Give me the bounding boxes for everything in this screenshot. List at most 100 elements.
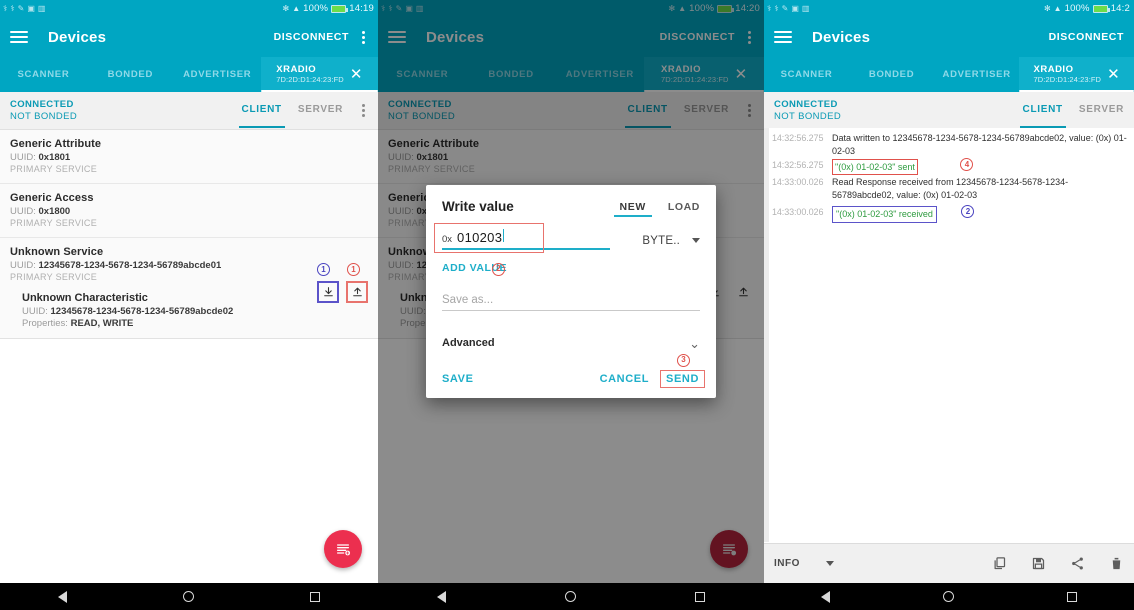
save-button[interactable]: SAVE [442, 373, 474, 385]
close-icon[interactable]: ✕ [1107, 67, 1120, 82]
log-row: 14:33:00.026 Read Response received from… [772, 176, 1128, 202]
phone-panel-2: ⚕ ⚕ ✎ ▣ ▥ ✻ ▲ 100% 14:20 Devices DISCONN… [378, 0, 764, 610]
log-message: Read Response received from 12345678-123… [832, 177, 1069, 201]
write-characteristic-button[interactable] [346, 281, 368, 303]
tab-client[interactable]: CLIENT [238, 104, 286, 128]
tab-bonded[interactable]: BONDED [849, 57, 934, 92]
annotation-box-sent: "(0x) 01-02-03" sent [832, 158, 918, 176]
save-disk-icon[interactable] [1031, 556, 1046, 571]
square-recents-icon[interactable] [694, 591, 705, 602]
tab-server[interactable]: SERVER [1079, 104, 1124, 117]
log-row: 14:33:00.026 "(0x) 01-02-03" received 2 [772, 205, 1128, 223]
app-bar-actions: DISCONNECT [1049, 31, 1124, 43]
service-row[interactable]: Unknown Service UUID: 12345678-1234-5678… [0, 238, 378, 286]
chevron-down-icon [692, 238, 700, 244]
service-row[interactable]: Generic Access UUID: 0x1800 PRIMARY SERV… [0, 184, 378, 238]
tab-client[interactable]: CLIENT [1019, 104, 1067, 128]
hamburger-icon[interactable] [774, 31, 792, 43]
log-entries: 14:32:56.275 Data written to 12345678-12… [764, 128, 1134, 223]
notification-icon-5: ▥ [37, 3, 46, 13]
log-timestamp: 14:33:00.026 [772, 177, 824, 188]
log-row: 14:32:56.275 Data written to 12345678-12… [772, 132, 1128, 158]
tab-advertiser[interactable]: ADVERTISER [934, 57, 1019, 92]
tab-server[interactable]: SERVER [298, 104, 343, 117]
annotation-marker-sent: 4 [960, 158, 974, 172]
log-message-wrap: "(0x) 01-02-03" received 2 [832, 205, 1128, 223]
download-arrow-icon [323, 286, 333, 296]
send-button[interactable]: SEND [660, 369, 705, 388]
read-characteristic-button[interactable] [317, 281, 339, 303]
kebab-menu-icon[interactable] [359, 102, 368, 119]
service-uuid: UUID: 0x1801 [10, 152, 368, 163]
tab-device-xradio[interactable]: XRADIO 7D:2D:D1:24:23:FD ✕ [1019, 57, 1134, 92]
close-icon[interactable]: ✕ [350, 67, 363, 82]
circle-home-icon[interactable] [183, 591, 194, 602]
device-tab-text: XRADIO 7D:2D:D1:24:23:FD [1033, 64, 1102, 85]
wifi-icon: ▲ [292, 3, 301, 13]
service-row[interactable]: Generic Attribute UUID: 0x1801 PRIMARY S… [0, 130, 378, 184]
status-system-icons: ✻ ▲ 100% 14:19 [282, 3, 374, 14]
annotation-marker-value: 2 [492, 262, 505, 276]
tab-bonded[interactable]: BONDED [87, 57, 174, 92]
share-icon[interactable] [1070, 556, 1085, 571]
notification-icon-2: ⚕ [774, 3, 779, 13]
hamburger-icon[interactable] [10, 31, 28, 43]
notification-icon-1: ⚕ [3, 3, 8, 13]
triangle-back-icon[interactable] [820, 590, 830, 603]
disconnect-button[interactable]: DISCONNECT [274, 31, 349, 43]
tab-advertiser[interactable]: ADVERTISER [174, 57, 261, 92]
log-timestamp: 14:32:56.275 [772, 133, 824, 143]
triangle-back-icon[interactable] [437, 590, 447, 603]
dialog-tab-new[interactable]: NEW [613, 201, 653, 217]
value-input-row: 0x 010203 BYTE.. [434, 223, 700, 253]
triangle-back-icon[interactable] [58, 590, 67, 603]
dialog-tab-load[interactable]: LOAD [668, 201, 700, 217]
android-navigation-bar [0, 583, 378, 610]
status-system-icons: ✻ ▲ 100% 14:2 [1044, 3, 1130, 14]
status-bar: ⚕ ⚕ ✎ ▣ ▥ ✻ ▲ 100% 14:19 [0, 0, 378, 17]
square-recents-icon[interactable] [1067, 591, 1078, 602]
android-navigation-bar [378, 583, 764, 610]
square-recents-icon[interactable] [310, 591, 320, 602]
annotation-marker-received: 2 [961, 205, 975, 219]
add-to-list-icon [337, 544, 351, 556]
copy-icon[interactable] [992, 556, 1007, 571]
upload-arrow-icon [352, 287, 362, 296]
hex-value-field[interactable]: 0x 010203 [434, 223, 610, 253]
connection-state-label: CONNECTED [10, 98, 74, 110]
kebab-menu-icon[interactable] [359, 29, 368, 46]
log-fab-button[interactable] [324, 530, 362, 568]
disconnect-button[interactable]: DISCONNECT [1049, 31, 1124, 43]
device-tab-address: 7D:2D:D1:24:23:FD [276, 74, 344, 84]
dialog-header: Write value NEW LOAD [442, 199, 700, 217]
battery-icon [1092, 4, 1110, 13]
log-level-dropdown[interactable]: INFO [774, 558, 834, 569]
device-tab-address: 7D:2D:D1:24:23:FD [1033, 74, 1102, 84]
service-uuid-label: UUID: [10, 152, 36, 163]
characteristic-row[interactable]: Unknown Characteristic UUID: 12345678-12… [0, 263, 378, 338]
value-type-dropdown[interactable]: BYTE.. [642, 235, 700, 250]
notification-icon-3: ✎ [17, 3, 25, 13]
circle-home-icon[interactable] [942, 591, 954, 602]
value-type-label: BYTE.. [642, 234, 680, 247]
add-value-button[interactable]: ADD VALUE [442, 262, 700, 274]
tab-device-xradio[interactable]: XRADIO 7D:2D:D1:24:23:FD ✕ [260, 57, 378, 92]
service-uuid: UUID: 12345678-1234-5678-1234-56789abcde… [10, 260, 368, 271]
tab-scanner[interactable]: SCANNER [0, 57, 87, 92]
characteristic-properties: Properties: READ, WRITE [22, 318, 368, 329]
chevron-down-icon: ⌄ [689, 335, 700, 351]
annotation-box-value [434, 223, 544, 253]
trash-icon[interactable] [1109, 556, 1124, 571]
circle-home-icon[interactable] [564, 591, 576, 602]
tab-scanner[interactable]: SCANNER [764, 57, 849, 92]
wifi-icon: ▲ [1053, 3, 1062, 13]
log-toolbar: INFO [764, 543, 1134, 583]
device-tab-row: SCANNER BONDED ADVERTISER XRADIO 7D:2D:D… [764, 57, 1134, 92]
advanced-section-toggle[interactable]: Advanced ⌄ [442, 337, 700, 350]
save-as-field[interactable]: Save as... [442, 294, 700, 311]
annotation-box-received: "(0x) 01-02-03" received [832, 205, 937, 223]
notification-icon-4: ▣ [791, 3, 799, 13]
cancel-button[interactable]: CANCEL [600, 373, 649, 385]
android-navigation-bar [764, 583, 1134, 610]
app-bar-actions: DISCONNECT [274, 29, 368, 46]
